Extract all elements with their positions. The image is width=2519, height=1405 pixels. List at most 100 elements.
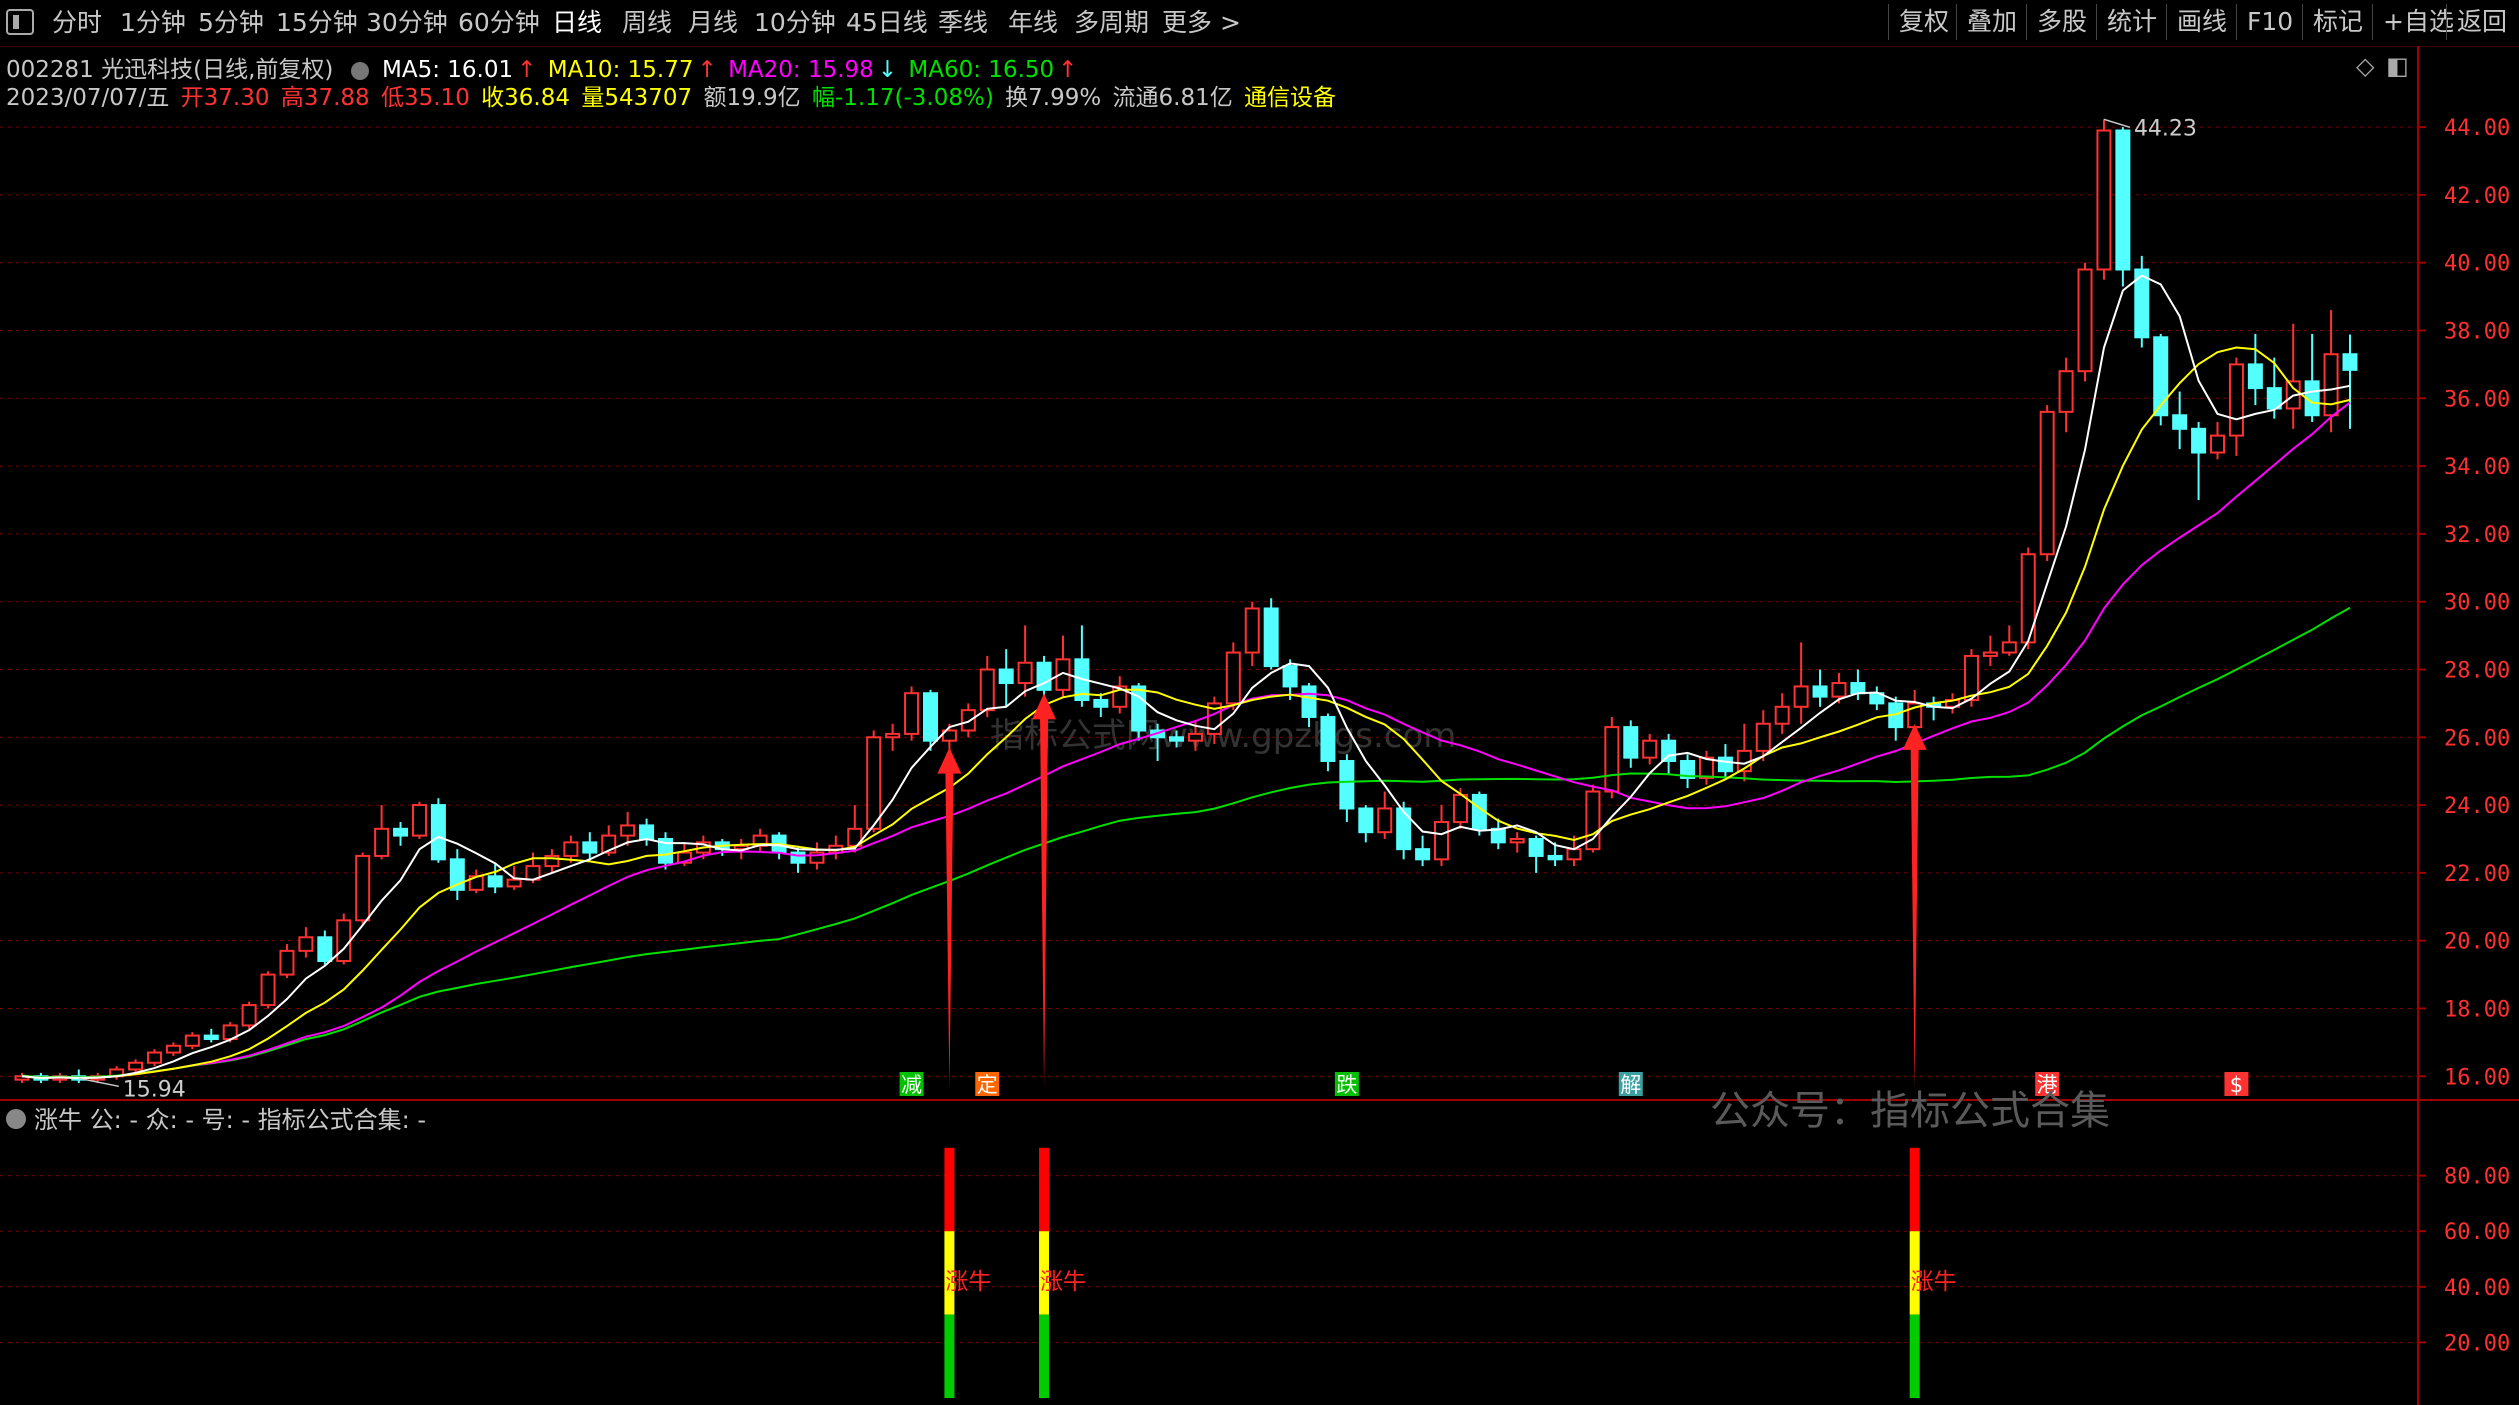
candle-up bbox=[1566, 848, 1582, 861]
signal-label: 涨牛 bbox=[1911, 1269, 1957, 1295]
signal-bar-red bbox=[944, 1147, 955, 1232]
candle-down bbox=[998, 668, 1014, 685]
candle-up bbox=[336, 919, 352, 963]
candle-up bbox=[241, 1004, 257, 1027]
sub-y-tick-label: 60.00 bbox=[2444, 1220, 2510, 1245]
candle-down bbox=[1301, 685, 1317, 718]
candle-up bbox=[1244, 607, 1260, 654]
signal-bar-green bbox=[1039, 1314, 1050, 1398]
candle-down bbox=[203, 1034, 219, 1040]
candle-up bbox=[979, 668, 995, 712]
ma5-line bbox=[21, 274, 2351, 1080]
candle-up bbox=[1434, 821, 1450, 861]
candle-down bbox=[1528, 837, 1544, 857]
sub-y-tick-label: 80.00 bbox=[2444, 1165, 2510, 1190]
candle-up bbox=[2058, 370, 2074, 413]
candle-down bbox=[1623, 726, 1639, 759]
candle-up bbox=[1755, 722, 1771, 752]
signal-bar-green bbox=[1909, 1314, 1920, 1398]
candle-down bbox=[2115, 129, 2131, 271]
candle-up bbox=[1509, 837, 1525, 844]
event-marker: 定 bbox=[977, 1073, 998, 1097]
candle-down bbox=[1547, 854, 1563, 861]
ma20-line bbox=[21, 401, 2351, 1080]
account-watermark: 公众号：指标公式合集 bbox=[1710, 1088, 2110, 1134]
high-label: 44.23 bbox=[2134, 116, 2197, 141]
indicator-title-text: 涨牛 公: - 众: - 号: - 指标公式合集: - bbox=[34, 1106, 427, 1134]
indicator-title: 涨牛 公: - 众: - 号: - 指标公式合集: - bbox=[6, 1100, 426, 1135]
y-tick-label: 24.00 bbox=[2444, 794, 2510, 819]
candle-up bbox=[165, 1044, 181, 1054]
candle-down bbox=[1263, 607, 1279, 668]
signal-bar-green bbox=[944, 1314, 955, 1398]
indicator-dropdown-icon[interactable] bbox=[6, 1109, 26, 1129]
candle-down bbox=[2153, 336, 2169, 417]
candle-up bbox=[2228, 363, 2244, 437]
sub-y-tick-label: 20.00 bbox=[2444, 1331, 2510, 1356]
y-tick-label: 28.00 bbox=[2444, 658, 2510, 683]
candle-up bbox=[904, 692, 920, 735]
candle-down bbox=[1490, 827, 1506, 844]
signal-arrow bbox=[937, 747, 962, 1088]
candle-up bbox=[184, 1034, 200, 1047]
candle-down bbox=[1358, 807, 1374, 834]
candle-down bbox=[582, 841, 598, 854]
candle-up bbox=[128, 1061, 144, 1071]
candle-down bbox=[1850, 682, 1866, 695]
candle-up bbox=[260, 973, 276, 1007]
y-tick-label: 30.00 bbox=[2444, 591, 2510, 616]
candle-up bbox=[1793, 685, 1809, 708]
candle-up bbox=[1377, 807, 1393, 834]
candle-down bbox=[2172, 414, 2188, 430]
candle-down bbox=[1169, 736, 1185, 742]
candle-down bbox=[1282, 665, 1298, 688]
event-marker: $ bbox=[2230, 1073, 2243, 1097]
signal-bar-red bbox=[1909, 1147, 1920, 1232]
candle-down bbox=[1396, 807, 1412, 851]
candle-up bbox=[620, 824, 636, 837]
signal-label: 涨牛 bbox=[1040, 1269, 1086, 1295]
candle-up bbox=[2001, 641, 2017, 654]
signal-bar-red bbox=[1039, 1147, 1050, 1232]
candle-down bbox=[2191, 427, 2207, 454]
candle-up bbox=[2210, 434, 2226, 454]
candle-up bbox=[2039, 410, 2055, 556]
candle-up bbox=[298, 936, 314, 952]
y-tick-label: 36.00 bbox=[2444, 387, 2510, 412]
candle-down bbox=[1717, 756, 1733, 773]
candle-up bbox=[885, 732, 901, 739]
candle-down bbox=[1131, 685, 1147, 732]
candle-down bbox=[1320, 715, 1336, 763]
candle-down bbox=[1661, 739, 1677, 763]
candle-down bbox=[1812, 685, 1828, 698]
candle-up bbox=[1187, 732, 1203, 742]
candle-up bbox=[563, 841, 579, 857]
y-tick-label: 16.00 bbox=[2444, 1065, 2510, 1090]
kline-chart[interactable]: 44.00 42.00 40.00 38.00 36.00 34.00 32.00 30.00… bbox=[0, 0, 2519, 1405]
candle-down bbox=[393, 827, 409, 837]
candle-up bbox=[1774, 705, 1790, 725]
candle-up bbox=[279, 949, 295, 976]
candle-down bbox=[1093, 699, 1109, 708]
candle-up bbox=[960, 709, 976, 732]
event-marker: 减 bbox=[901, 1073, 922, 1097]
candle-up bbox=[2323, 353, 2339, 417]
event-marker: 跌 bbox=[1336, 1073, 1357, 1097]
candle-up bbox=[2077, 268, 2093, 373]
candle-down bbox=[2247, 363, 2263, 390]
candle-down bbox=[639, 824, 655, 840]
event-marker: 解 bbox=[1620, 1073, 1641, 1097]
candle-up bbox=[866, 736, 882, 830]
candle-up bbox=[1642, 739, 1658, 759]
sub-y-tick-label: 40.00 bbox=[2444, 1276, 2510, 1301]
candle-down bbox=[317, 936, 333, 963]
y-tick-label: 44.00 bbox=[2444, 116, 2510, 141]
y-tick-label: 32.00 bbox=[2444, 523, 2510, 548]
candle-up bbox=[1225, 651, 1241, 705]
candle-up bbox=[411, 804, 427, 837]
candle-down bbox=[1339, 760, 1355, 810]
candle-up bbox=[1982, 651, 1998, 657]
signal-arrow bbox=[1902, 723, 1927, 1088]
candle-up bbox=[355, 854, 371, 922]
ma10-line bbox=[21, 346, 2351, 1080]
